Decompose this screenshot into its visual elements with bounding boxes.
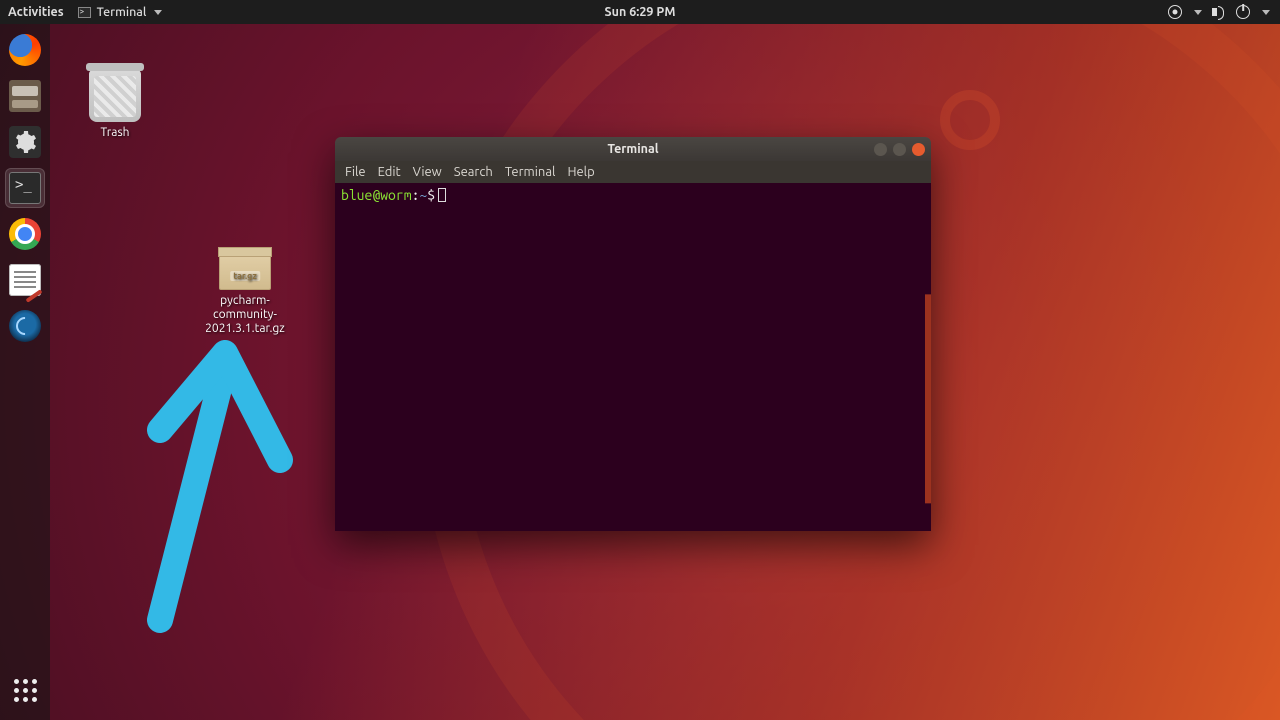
window-titlebar[interactable]: Terminal — [335, 137, 931, 161]
text-editor-icon — [9, 264, 41, 296]
desktop-icon-label: pycharm-community-2021.3.1.tar.gz — [190, 294, 300, 336]
system-tray[interactable] — [1168, 5, 1280, 19]
app-icon — [9, 310, 41, 342]
menu-terminal[interactable]: Terminal — [505, 165, 556, 179]
archive-badge: tar.gz — [230, 271, 260, 281]
dock-item-chrome[interactable] — [5, 214, 45, 254]
archive-icon: tar.gz — [219, 238, 271, 290]
clock[interactable]: Sun 6:29 PM — [605, 5, 676, 19]
menu-search[interactable]: Search — [454, 165, 493, 179]
menu-edit[interactable]: Edit — [378, 165, 401, 179]
minimize-button[interactable] — [874, 143, 887, 156]
window-menubar: File Edit View Search Terminal Help — [335, 161, 931, 183]
dock-item-firefox[interactable] — [5, 30, 45, 70]
volume-icon[interactable] — [1212, 5, 1226, 19]
accessibility-icon[interactable] — [1168, 5, 1182, 19]
gear-icon — [9, 126, 41, 158]
chevron-down-icon — [1262, 10, 1270, 15]
trash-icon — [89, 70, 141, 122]
chevron-down-icon — [1194, 10, 1202, 15]
window-title: Terminal — [607, 142, 658, 156]
terminal-window[interactable]: Terminal File Edit View Search Terminal … — [335, 137, 931, 531]
scrollbar[interactable] — [925, 294, 931, 503]
apps-grid-icon — [14, 679, 37, 702]
files-icon — [9, 80, 41, 112]
menu-view[interactable]: View — [413, 165, 442, 179]
desktop-icon-label: Trash — [60, 126, 170, 139]
terminal-body[interactable]: blue@worm:~$ — [335, 183, 931, 531]
top-bar: Activities Terminal Sun 6:29 PM — [0, 0, 1280, 24]
firefox-icon — [9, 34, 41, 66]
chrome-icon — [9, 218, 41, 250]
menu-file[interactable]: File — [345, 165, 366, 179]
prompt-host: worm — [380, 187, 411, 203]
menu-help[interactable]: Help — [567, 165, 594, 179]
dock-item-files[interactable] — [5, 76, 45, 116]
chevron-down-icon — [154, 10, 162, 15]
dock-item-app[interactable] — [5, 306, 45, 346]
activities-button[interactable]: Activities — [8, 5, 64, 19]
dock-item-settings[interactable] — [5, 122, 45, 162]
annotation-arrow — [130, 335, 300, 635]
desktop-icon-archive[interactable]: tar.gz pycharm-community-2021.3.1.tar.gz — [190, 238, 300, 336]
prompt-user: blue — [341, 187, 372, 203]
close-button[interactable] — [912, 143, 925, 156]
desktop-icon-trash[interactable]: Trash — [60, 70, 170, 139]
dock-item-text-editor[interactable] — [5, 260, 45, 300]
dock — [0, 24, 50, 720]
terminal-icon — [78, 7, 91, 18]
dock-item-terminal[interactable] — [5, 168, 45, 208]
show-applications-button[interactable] — [5, 670, 45, 710]
prompt-sigil: $ — [427, 187, 435, 203]
app-menu[interactable]: Terminal — [78, 5, 163, 19]
terminal-cursor — [438, 188, 446, 202]
power-icon[interactable] — [1236, 5, 1250, 19]
maximize-button[interactable] — [893, 143, 906, 156]
terminal-icon — [9, 172, 41, 204]
app-menu-label: Terminal — [97, 5, 147, 19]
